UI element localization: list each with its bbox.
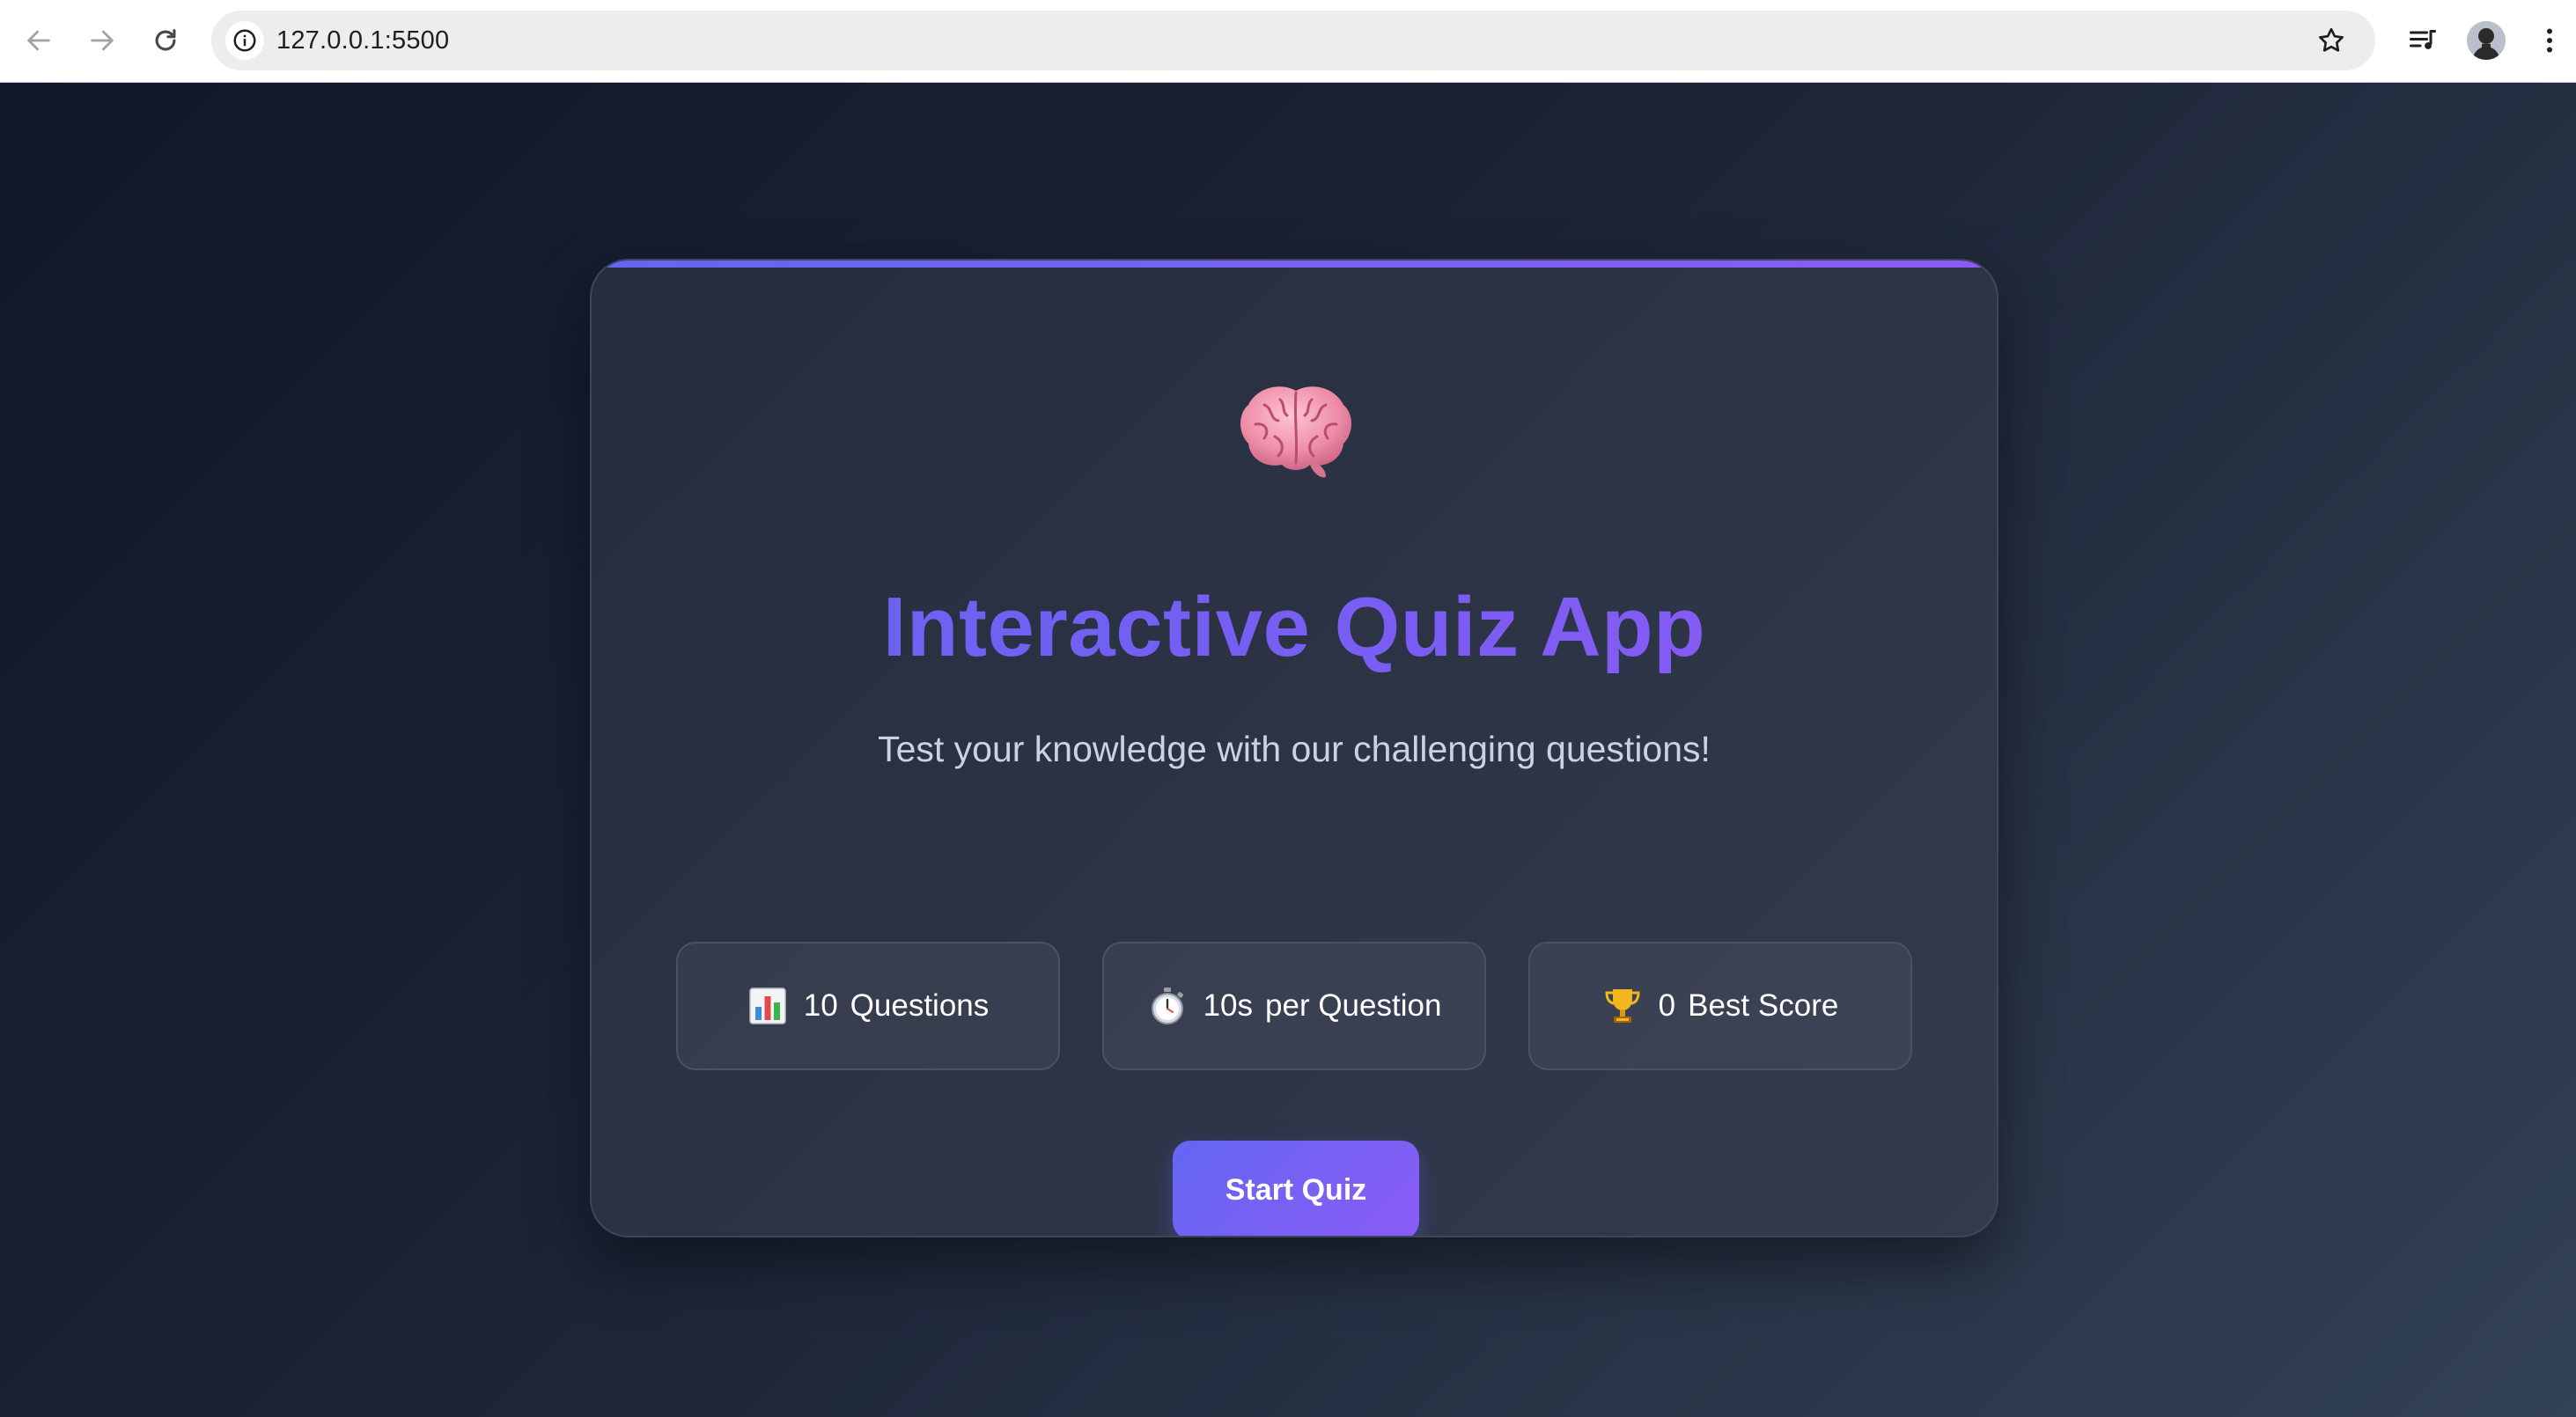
url-text[interactable]: 127.0.0.1:5500 [276, 26, 449, 55]
bookmark-star-icon[interactable] [2314, 23, 2349, 58]
brain-icon [1234, 378, 1358, 484]
forward-arrow-icon[interactable] [81, 19, 123, 62]
start-quiz-button[interactable]: Start Quiz [1173, 1141, 1419, 1236]
stat-label: Best Score [1688, 988, 1839, 1023]
reload-icon[interactable] [144, 19, 187, 62]
stat-label: per Question [1265, 988, 1442, 1023]
more-menu-icon[interactable] [2528, 19, 2571, 62]
welcome-card: Interactive Quiz App Test your knowledge… [590, 259, 1998, 1237]
site-info-icon[interactable] [225, 21, 264, 60]
stat-label: Questions [850, 988, 990, 1023]
card-accent-bar [592, 261, 1997, 268]
page-subtitle: Test your knowledge with our challenging… [878, 729, 1711, 769]
stat-best-score: 0 Best Score [1528, 942, 1912, 1070]
stat-time-per-question: 10s per Question [1102, 942, 1486, 1070]
media-control-icon[interactable] [2402, 19, 2444, 62]
browser-toolbar: 127.0.0.1:5500 [0, 0, 2576, 83]
page-title: Interactive Quiz App [592, 579, 1997, 676]
bar-chart-icon [747, 986, 788, 1026]
stat-value: 10s [1203, 988, 1254, 1023]
stat-value: 0 [1658, 988, 1676, 1023]
profile-avatar[interactable] [2467, 21, 2506, 60]
back-arrow-icon[interactable] [18, 19, 60, 62]
stat-questions: 10 Questions [676, 942, 1060, 1070]
page-background: Interactive Quiz App Test your knowledge… [0, 83, 2576, 1417]
address-bar[interactable]: 127.0.0.1:5500 [211, 11, 2375, 70]
trophy-icon [1602, 986, 1643, 1026]
stat-value: 10 [803, 988, 838, 1023]
stopwatch-icon [1147, 986, 1188, 1026]
